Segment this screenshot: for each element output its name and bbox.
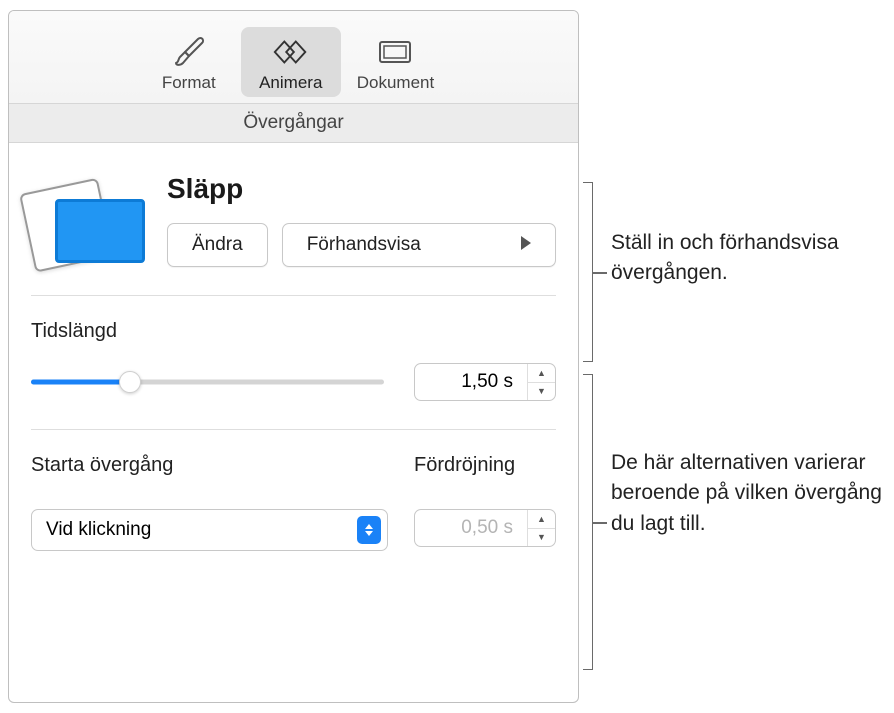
document-icon	[375, 35, 415, 69]
tab-document[interactable]: Dokument	[343, 27, 448, 97]
duration-stepper[interactable]: 1,50 s ▲ ▼	[414, 363, 556, 401]
section-header-transitions: Övergångar	[9, 103, 578, 143]
tab-format-label: Format	[162, 73, 216, 93]
start-label: Starta övergång	[31, 454, 388, 477]
delay-label: Fördröjning	[414, 454, 556, 477]
transition-thumbnail	[31, 173, 147, 265]
preview-button-label: Förhandsvisa	[307, 234, 421, 256]
callout-text-2: De här alternativen varierar beroende på…	[611, 448, 894, 539]
transition-header: Släpp Ändra Förhandsvisa	[9, 143, 578, 295]
tab-animate[interactable]: Animera	[241, 27, 341, 97]
stepper-up-icon[interactable]: ▲	[528, 364, 555, 383]
delay-stepper[interactable]: 0,50 s ▲ ▼	[414, 509, 556, 547]
callout-text-1: Ställ in och förhandsvisa övergången.	[611, 228, 894, 289]
diamonds-icon	[271, 35, 311, 69]
annotations: Ställ in och förhandsvisa övergången. De…	[579, 0, 894, 713]
start-select[interactable]: Vid klickning	[31, 509, 388, 551]
callout-bracket	[583, 374, 593, 670]
preview-button[interactable]: Förhandsvisa	[282, 223, 556, 267]
change-button[interactable]: Ändra	[167, 223, 268, 267]
tab-format[interactable]: Format	[139, 27, 239, 97]
duration-value[interactable]: 1,50 s	[415, 364, 527, 400]
duration-label: Tidslängd	[31, 320, 556, 343]
paintbrush-icon	[169, 35, 209, 69]
duration-slider[interactable]	[31, 371, 384, 393]
callout-line	[593, 522, 607, 524]
inspector-panel: Format Animera Dokument Övergångar	[8, 10, 579, 703]
tab-document-label: Dokument	[357, 73, 434, 93]
start-value: Vid klickning	[46, 519, 151, 541]
stepper-down-icon[interactable]: ▼	[528, 529, 555, 547]
callout-line	[593, 272, 607, 274]
callout-bracket	[583, 182, 593, 362]
change-button-label: Ändra	[192, 234, 243, 256]
stepper-arrows[interactable]: ▲ ▼	[527, 364, 555, 400]
select-arrows-icon	[357, 516, 381, 544]
play-icon	[521, 234, 531, 256]
stepper-up-icon[interactable]: ▲	[528, 510, 555, 529]
stepper-down-icon[interactable]: ▼	[528, 383, 555, 401]
options-section: Starta övergång Vid klickning Fördröjnin…	[9, 430, 578, 575]
transition-name: Släpp	[167, 173, 556, 205]
duration-section: Tidslängd 1,50 s ▲ ▼	[9, 296, 578, 429]
tab-animate-label: Animera	[259, 73, 322, 93]
stepper-arrows[interactable]: ▲ ▼	[527, 510, 555, 546]
delay-value[interactable]: 0,50 s	[415, 510, 527, 546]
inspector-toolbar: Format Animera Dokument	[9, 11, 578, 103]
